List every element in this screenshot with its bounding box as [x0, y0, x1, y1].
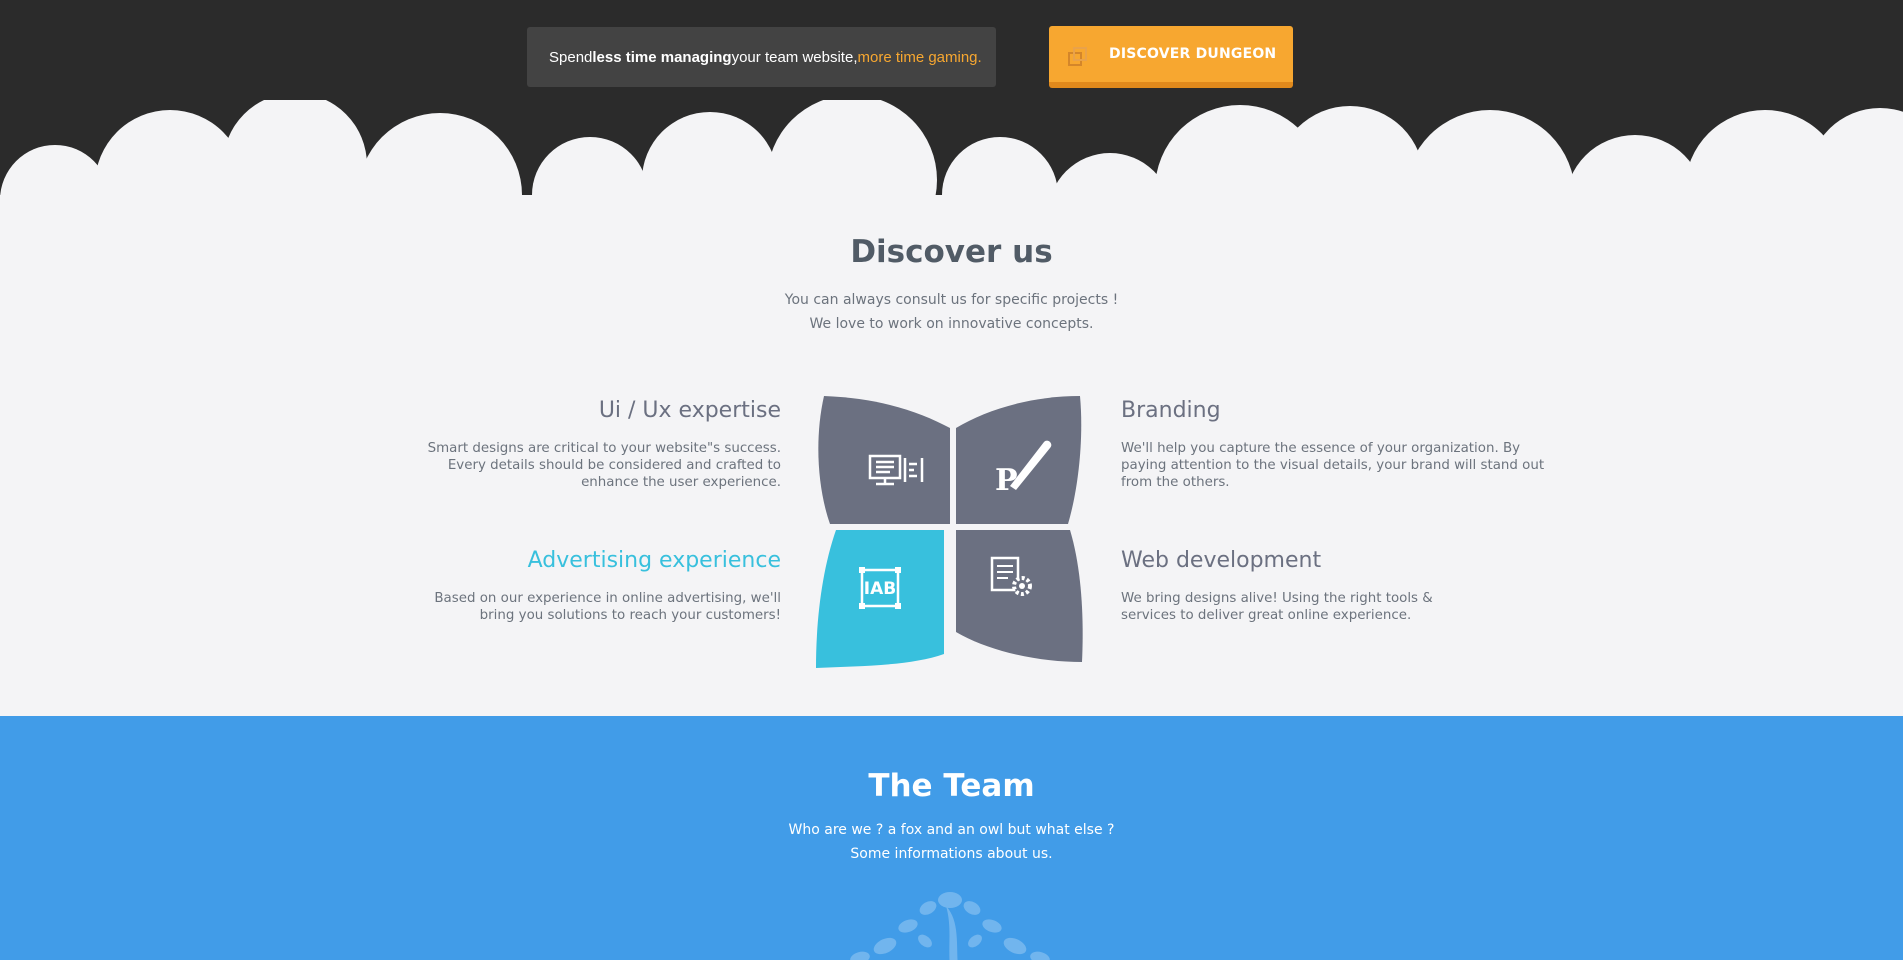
svg-text:P: P: [995, 463, 1018, 498]
service-desc-advertising: Based on our experience in online advert…: [361, 590, 781, 624]
tree-illustration: [850, 892, 1050, 960]
promo-message-box: Spend less time managing your team websi…: [527, 27, 996, 87]
service-title-uiux: Ui / Ux expertise: [598, 398, 781, 423]
service-desc-line: from the others.: [1121, 475, 1230, 490]
services-petal-graphic: P IAB: [816, 396, 1083, 668]
promo-text-bold: less time managing: [592, 48, 732, 66]
promo-text-mid: your team website,: [731, 48, 858, 66]
service-title-branding: Branding: [1121, 398, 1221, 423]
service-desc-line: bring you solutions to reach your custom…: [479, 608, 781, 623]
team-title: The Team: [868, 768, 1035, 804]
service-desc-line: We'll help you capture the essence of yo…: [1121, 441, 1521, 456]
discover-dungeon-label: DISCOVER DUNGEON: [1109, 46, 1277, 62]
copy-icon: [1067, 46, 1089, 68]
service-desc-line: services to deliver great online experie…: [1121, 608, 1412, 623]
service-desc-line: We bring designs alive! Using the right …: [1121, 591, 1433, 606]
discover-subtitle-line2: We love to work on innovative concepts.: [809, 316, 1094, 332]
service-desc-line: Every details should be considered and c…: [447, 458, 781, 473]
discover-subtitle-line1: You can always consult us for specific p…: [784, 292, 1119, 308]
service-title-webdev: Web development: [1121, 548, 1322, 573]
petal-webdev[interactable]: [956, 530, 1083, 662]
service-desc-uiux: Smart designs are critical to your websi…: [361, 440, 781, 491]
petal-branding[interactable]: P: [956, 396, 1082, 524]
service-desc-line: Smart designs are critical to your websi…: [427, 441, 781, 456]
service-title-advertising: Advertising experience: [527, 548, 781, 573]
service-desc-line: enhance the user experience.: [581, 475, 781, 490]
service-desc-line: paying attention to the visual details, …: [1121, 458, 1545, 473]
service-desc-line: Based on our experience in online advert…: [434, 591, 781, 606]
discover-title: Discover us: [850, 234, 1053, 270]
team-subtitle-line1: Who are we ? a fox and an owl but what e…: [788, 822, 1115, 838]
cloud-divider: [0, 100, 1903, 210]
service-desc-webdev: We bring designs alive! Using the right …: [1121, 590, 1561, 624]
promo-text-pre: Spend: [549, 48, 593, 66]
petal-advertising[interactable]: IAB: [816, 530, 944, 668]
team-section: The Team Who are we ? a fox and an owl b…: [0, 716, 1903, 960]
promo-text-highlight: more time gaming.: [857, 48, 982, 66]
petal-uiux[interactable]: [818, 396, 950, 524]
service-desc-branding: We'll help you capture the essence of yo…: [1121, 440, 1561, 491]
svg-text:IAB: IAB: [864, 579, 896, 599]
discover-dungeon-button[interactable]: DISCOVER DUNGEON: [1049, 26, 1293, 88]
team-subtitle-line2: Some informations about us.: [850, 846, 1053, 862]
